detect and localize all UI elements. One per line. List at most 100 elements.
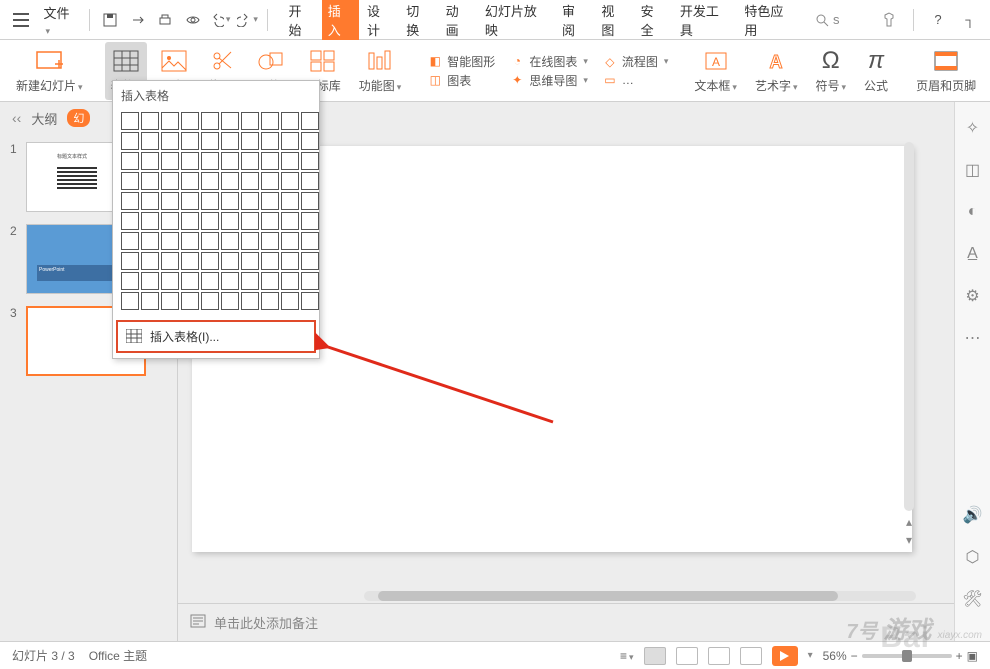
table-grid-cell[interactable] <box>201 212 219 230</box>
view-menu-icon[interactable]: ≡ <box>620 649 634 663</box>
table-grid-cell[interactable] <box>261 192 279 210</box>
function-chart-button[interactable]: 功能图 <box>353 42 408 100</box>
table-grid-cell[interactable] <box>281 212 299 230</box>
table-grid-cell[interactable] <box>161 292 179 310</box>
online-chart-button[interactable]: ◔在线图表 <box>509 53 588 70</box>
table-grid-cell[interactable] <box>161 192 179 210</box>
table-grid-cell[interactable] <box>261 112 279 130</box>
table-grid-cell[interactable] <box>261 212 279 230</box>
table-grid-cell[interactable] <box>181 192 199 210</box>
table-grid-cell[interactable] <box>261 132 279 150</box>
shield-icon[interactable]: ⬡ <box>963 547 983 567</box>
skin-icon[interactable] <box>877 8 901 32</box>
table-grid-cell[interactable] <box>221 112 239 130</box>
hamburger-menu-icon[interactable] <box>8 7 33 33</box>
table-grid-cell[interactable] <box>201 232 219 250</box>
mindmap-button[interactable]: ✦思维导图 <box>509 72 588 89</box>
table-grid-cell[interactable] <box>121 152 139 170</box>
table-grid-cell[interactable] <box>141 272 159 290</box>
table-grid-cell[interactable] <box>181 172 199 190</box>
table-grid-cell[interactable] <box>161 172 179 190</box>
table-grid-cell[interactable] <box>201 172 219 190</box>
table-grid-cell[interactable] <box>241 292 259 310</box>
magic-icon[interactable]: ✧ <box>963 118 983 138</box>
slides-tab-pill[interactable]: 幻 <box>67 109 90 127</box>
table-grid-cell[interactable] <box>201 132 219 150</box>
table-grid-cell[interactable] <box>281 192 299 210</box>
slideshow-play-button[interactable] <box>772 646 798 666</box>
table-grid-cell[interactable] <box>121 252 139 270</box>
table-grid-cell[interactable] <box>121 172 139 190</box>
file-menu[interactable]: 文件 <box>37 1 81 39</box>
table-grid-cell[interactable] <box>121 292 139 310</box>
flowchart-button[interactable]: ◇流程图 <box>602 53 669 70</box>
table-grid-cell[interactable] <box>161 152 179 170</box>
table-grid-cell[interactable] <box>201 292 219 310</box>
reading-view-button[interactable] <box>708 647 730 665</box>
table-grid-cell[interactable] <box>141 232 159 250</box>
table-grid-cell[interactable] <box>201 152 219 170</box>
sorter-view-button[interactable] <box>676 647 698 665</box>
vertical-scrollbar[interactable]: ▴ ▾ <box>900 142 918 547</box>
table-grid-cell[interactable] <box>141 112 159 130</box>
table-grid-cell[interactable] <box>181 132 199 150</box>
table-grid-cell[interactable] <box>281 272 299 290</box>
scroll-down-icon[interactable]: ▾ <box>906 533 912 547</box>
table-size-grid[interactable] <box>113 108 319 316</box>
table-grid-cell[interactable] <box>121 272 139 290</box>
table-grid-cell[interactable] <box>121 112 139 130</box>
preview-icon[interactable] <box>181 8 205 32</box>
table-grid-cell[interactable] <box>141 212 159 230</box>
table-grid-cell[interactable] <box>121 132 139 150</box>
fit-to-window-button[interactable]: ▣ <box>967 649 978 663</box>
table-grid-cell[interactable] <box>221 132 239 150</box>
vscroll-track[interactable] <box>904 142 914 511</box>
table-grid-cell[interactable] <box>261 152 279 170</box>
table-grid-cell[interactable] <box>141 152 159 170</box>
table-grid-cell[interactable] <box>301 152 319 170</box>
table-grid-cell[interactable] <box>201 252 219 270</box>
table-grid-cell[interactable] <box>241 212 259 230</box>
table-grid-cell[interactable] <box>261 172 279 190</box>
palette-icon[interactable]: ◐ <box>963 202 983 222</box>
tab-transition[interactable]: 切换 <box>400 0 437 42</box>
table-grid-cell[interactable] <box>161 112 179 130</box>
table-grid-cell[interactable] <box>181 252 199 270</box>
table-grid-cell[interactable] <box>281 152 299 170</box>
table-grid-cell[interactable] <box>161 252 179 270</box>
table-grid-cell[interactable] <box>221 212 239 230</box>
sound-icon[interactable]: 🔊 <box>963 505 983 525</box>
zoom-in-button[interactable]: + <box>956 649 963 663</box>
normal-view-button[interactable] <box>644 647 666 665</box>
table-grid-cell[interactable] <box>141 292 159 310</box>
tab-slideshow[interactable]: 幻灯片放映 <box>479 0 554 42</box>
table-grid-cell[interactable] <box>141 192 159 210</box>
text-style-icon[interactable]: A̲ <box>963 244 983 264</box>
table-grid-cell[interactable] <box>281 132 299 150</box>
table-grid-cell[interactable] <box>141 172 159 190</box>
table-grid-cell[interactable] <box>221 272 239 290</box>
redo-icon[interactable] <box>236 8 260 32</box>
table-grid-cell[interactable] <box>261 252 279 270</box>
tab-featured[interactable]: 特色应用 <box>738 0 801 42</box>
search-input[interactable] <box>833 12 873 27</box>
table-grid-cell[interactable] <box>121 232 139 250</box>
table-grid-cell[interactable] <box>141 252 159 270</box>
print-icon[interactable] <box>153 8 177 32</box>
table-grid-cell[interactable] <box>301 252 319 270</box>
table-grid-cell[interactable] <box>241 112 259 130</box>
table-grid-cell[interactable] <box>121 192 139 210</box>
tab-view[interactable]: 视图 <box>595 0 632 42</box>
table-grid-cell[interactable] <box>221 232 239 250</box>
table-grid-cell[interactable] <box>221 292 239 310</box>
collapse-panel-icon[interactable]: ‹‹ <box>12 110 21 126</box>
tab-security[interactable]: 安全 <box>635 0 672 42</box>
table-grid-cell[interactable] <box>281 112 299 130</box>
tab-insert[interactable]: 插入 <box>322 0 359 42</box>
table-grid-cell[interactable] <box>221 152 239 170</box>
zoom-value[interactable]: 56% <box>823 649 847 663</box>
table-grid-cell[interactable] <box>181 112 199 130</box>
table-grid-cell[interactable] <box>241 172 259 190</box>
table-grid-cell[interactable] <box>241 192 259 210</box>
wordart-button[interactable]: A 艺术字 <box>749 42 804 100</box>
